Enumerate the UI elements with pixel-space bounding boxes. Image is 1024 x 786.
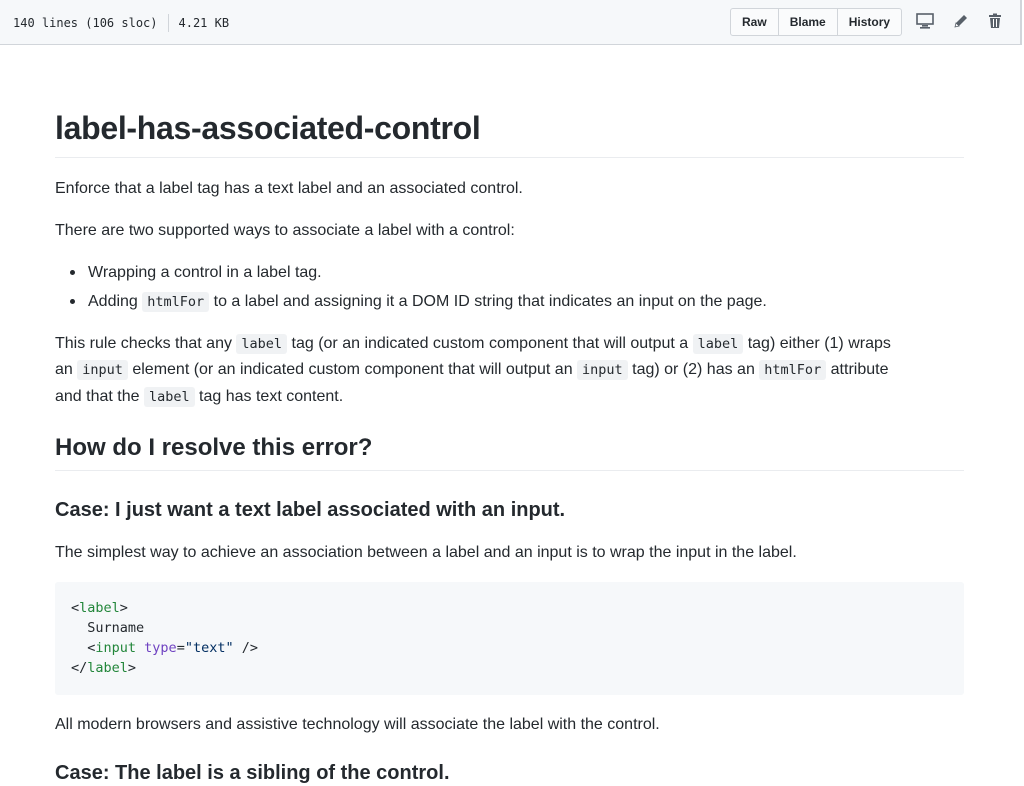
heading-underline (55, 470, 964, 471)
inline-code: input (77, 360, 128, 381)
history-button[interactable]: History (836, 8, 903, 36)
heading-resolve: How do I resolve this error? (55, 434, 373, 461)
title-underline (55, 157, 964, 158)
file-actions: Raw Blame History (730, 8, 903, 36)
inline-code: label (236, 334, 288, 354)
page-title: label-has-associated-control (55, 110, 481, 146)
pencil-icon[interactable] (951, 11, 971, 31)
divider (167, 14, 169, 32)
list-item-text: Wrapping a control in a label tag. (88, 264, 322, 281)
list-item: Wrapping a control in a label tag. (70, 260, 958, 285)
code-block: <label> Surname <input type="text" /> </… (55, 582, 964, 695)
blame-button[interactable]: Blame (777, 8, 838, 36)
inline-code: htmlFor (759, 360, 827, 381)
raw-button[interactable]: Raw (730, 8, 779, 36)
desktop-icon[interactable] (915, 11, 935, 31)
inline-code: htmlFor (142, 292, 210, 312)
two-ways-paragraph: There are two supported ways to associat… (55, 222, 515, 239)
file-header: 140 lines (106 sloc) 4.21 KB Raw Blame H… (0, 0, 1022, 45)
heading-case-2: Case: The label is a sibling of the cont… (55, 762, 450, 784)
bullet (70, 270, 75, 275)
file-size: 4.21 KB (178, 16, 230, 30)
inline-code: input (577, 360, 628, 381)
after-code-paragraph: All modern browsers and assistive techno… (55, 716, 660, 733)
rule-paragraph: This rule checks that any label tag (or … (55, 334, 891, 407)
list-item-text: to a label and assigning it a DOM ID str… (209, 293, 767, 310)
heading-case-1: Case: I just want a text label associate… (55, 499, 566, 521)
intro-paragraph: Enforce that a label tag has a text labe… (55, 180, 523, 197)
list-item: Adding htmlFor to a label and assigning … (70, 289, 958, 315)
trash-icon[interactable] (985, 11, 1005, 31)
case-1-paragraph: The simplest way to achieve an associati… (55, 544, 797, 561)
line-count: 140 lines (106 sloc) (13, 16, 158, 30)
list-item-text: Adding (88, 293, 143, 310)
bullet (70, 299, 75, 304)
inline-code: label (143, 386, 195, 407)
file-info: 140 lines (106 sloc) 4.21 KB (13, 14, 229, 32)
inline-code: label (692, 334, 744, 354)
